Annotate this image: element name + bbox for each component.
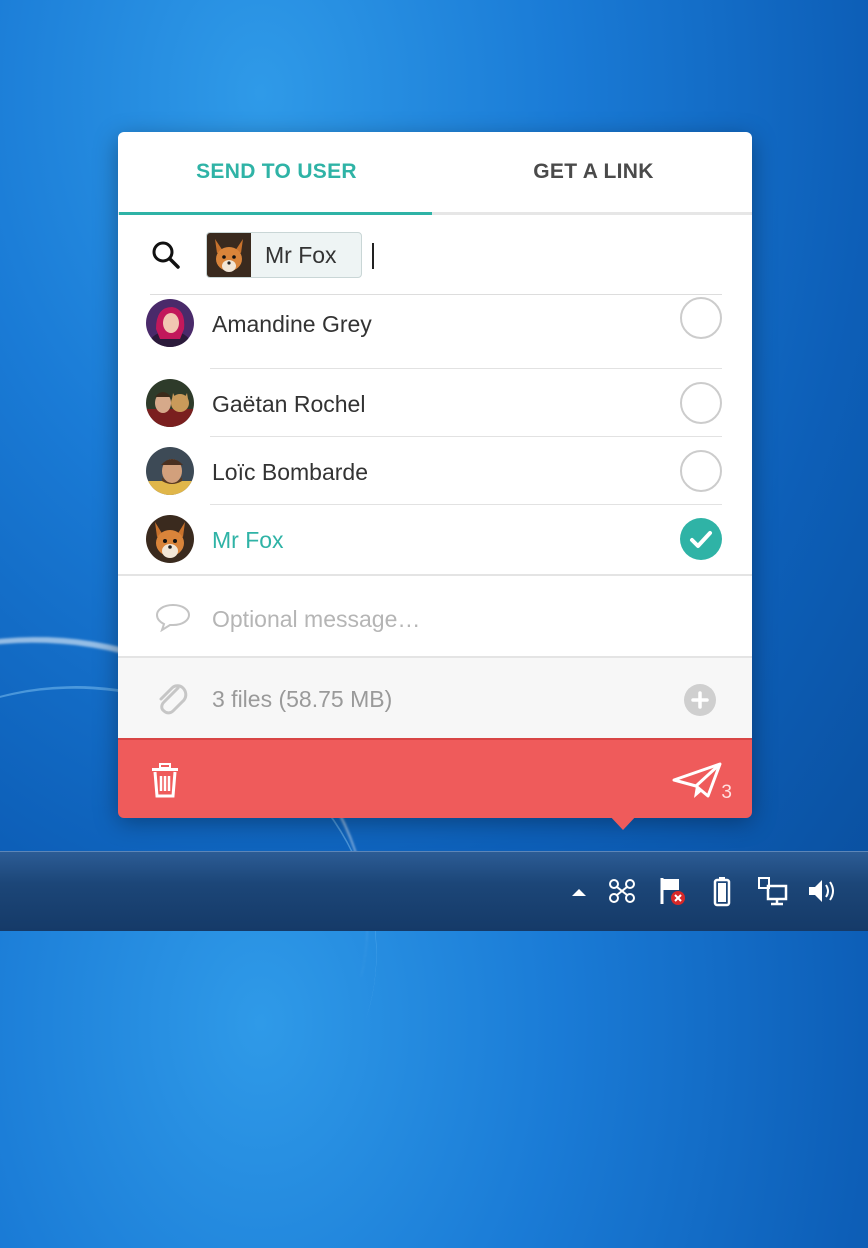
contact-list: Amandine Grey Gaëtan Rochel Loïc Bombard… — [118, 295, 752, 573]
contact-row-loic[interactable]: Loïc Bombarde — [118, 437, 752, 505]
speech-bubble-icon — [155, 603, 191, 632]
search-icon — [152, 241, 180, 269]
avatar — [146, 515, 194, 563]
optional-message-field[interactable]: Optional message… — [118, 574, 752, 658]
send-count-badge: 3 — [721, 782, 732, 803]
select-radio[interactable] — [680, 450, 722, 492]
select-radio[interactable] — [680, 382, 722, 424]
select-radio[interactable] — [680, 297, 722, 339]
text-cursor[interactable] — [372, 243, 374, 269]
share-popup: SEND TO USER GET A LINK Mr Fox Amandine … — [118, 132, 752, 830]
volume-icon[interactable] — [806, 874, 838, 908]
taskbar — [0, 851, 868, 931]
select-radio-checked[interactable] — [680, 518, 722, 560]
paper-plane-icon[interactable] — [672, 760, 724, 804]
tab-bar: SEND TO USER GET A LINK — [118, 132, 752, 215]
recipient-chip[interactable]: Mr Fox — [206, 232, 362, 278]
app-tray-icon[interactable] — [606, 874, 638, 908]
avatar — [146, 299, 194, 347]
popup-pointer — [608, 814, 638, 830]
battery-icon[interactable] — [706, 874, 738, 908]
fox-avatar-icon — [207, 233, 251, 277]
plus-circle-icon — [691, 691, 709, 709]
checkmark-icon — [690, 531, 712, 548]
recipient-chip-label: Mr Fox — [265, 241, 337, 268]
system-tray — [570, 874, 838, 908]
files-summary: 3 files (58.75 MB) — [212, 686, 393, 712]
tab-get-a-link[interactable]: GET A LINK — [435, 132, 752, 212]
contact-row-amandine[interactable]: Amandine Grey — [118, 295, 752, 369]
recipient-search-row[interactable]: Mr Fox — [118, 215, 752, 295]
action-center-flag-icon[interactable] — [656, 874, 688, 908]
show-hidden-icons-chevron-icon[interactable] — [570, 874, 588, 908]
avatar — [146, 447, 194, 495]
trash-icon[interactable] — [148, 762, 182, 798]
contact-row-mrfox[interactable]: Mr Fox — [118, 505, 752, 573]
contact-name: Loïc Bombarde — [212, 459, 368, 485]
contact-name: Amandine Grey — [212, 311, 372, 337]
contact-row-gaetan[interactable]: Gaëtan Rochel — [118, 369, 752, 437]
contact-name: Mr Fox — [212, 527, 284, 553]
message-placeholder: Optional message… — [212, 606, 421, 632]
add-file-button[interactable] — [684, 684, 716, 716]
network-icon[interactable] — [756, 874, 788, 908]
paperclip-icon — [159, 684, 188, 715]
attached-files-row: 3 files (58.75 MB) — [118, 656, 752, 740]
tab-send-to-user[interactable]: SEND TO USER — [118, 132, 435, 212]
avatar — [146, 379, 194, 427]
action-bar: 3 — [118, 738, 752, 818]
contact-name: Gaëtan Rochel — [212, 391, 366, 417]
